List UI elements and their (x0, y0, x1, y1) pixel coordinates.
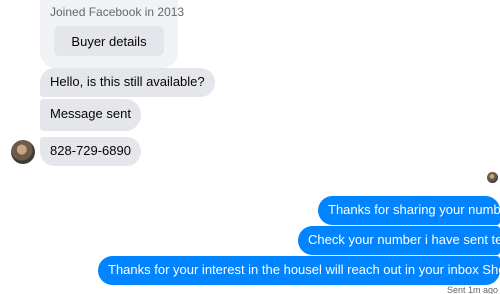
seen-avatar-icon (487, 172, 498, 183)
incoming-message[interactable]: Message sent (40, 99, 141, 131)
outgoing-message[interactable]: Thanks for your interest in the housel w… (98, 256, 500, 285)
joined-facebook-text: Joined Facebook in 2013 (50, 5, 185, 19)
contact-avatar[interactable] (11, 140, 35, 164)
seller-info-card: Joined Facebook in 2013 Buyer details (40, 0, 184, 68)
message-status: Sent 1m ago (446, 285, 498, 294)
incoming-message[interactable]: Hello, is this still available? (40, 68, 215, 97)
outgoing-message[interactable]: Check your number i have sent text (298, 226, 500, 255)
outgoing-message[interactable]: Thanks for sharing your number (318, 196, 500, 225)
buyer-details-button[interactable]: Buyer details (54, 26, 164, 56)
incoming-message[interactable]: 828-729-6890 (40, 137, 141, 166)
